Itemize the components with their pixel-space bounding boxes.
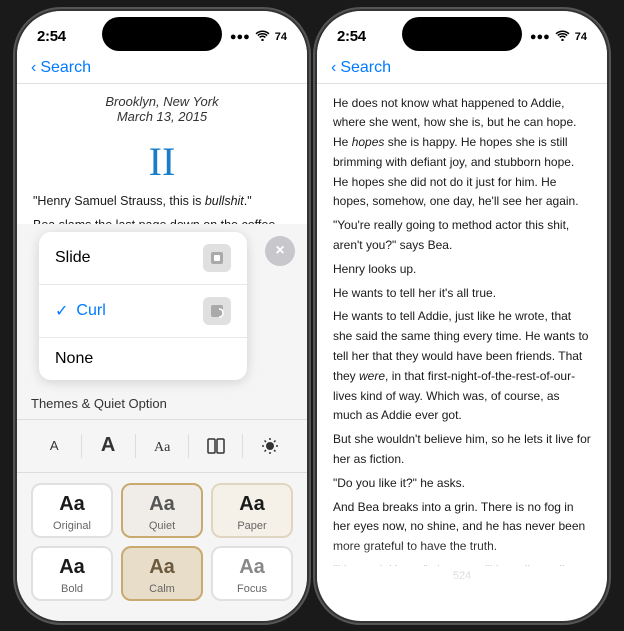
theme-bold[interactable]: Aa Bold (31, 546, 113, 601)
battery-left: 74 (275, 31, 287, 43)
theme-calm[interactable]: Aa Calm (121, 546, 203, 601)
theme-label-bold: Bold (43, 583, 101, 595)
divider-1 (81, 434, 82, 458)
bottom-panel: Slide ✓ Curl None (17, 224, 307, 621)
slide-icon (203, 244, 231, 272)
wifi-icon (255, 29, 270, 44)
theme-cards[interactable]: Aa Original Aa Quiet Aa Paper Aa Bold Aa (17, 473, 307, 621)
back-button-right[interactable]: ‹ Search (331, 59, 391, 77)
theme-label-quiet: Quiet (133, 520, 191, 532)
theme-label-focus: Focus (223, 583, 281, 595)
rp-4: He wants to tell Addie, just like he wro… (333, 307, 591, 426)
nav-bar-left[interactable]: ‹ Search (17, 55, 307, 84)
divider-3 (188, 434, 189, 458)
curl-label: Curl (76, 302, 105, 320)
rp-3: He wants to tell her it's all true. (333, 284, 591, 304)
back-label-right: Search (340, 59, 391, 77)
theme-paper[interactable]: Aa Paper (211, 483, 293, 538)
none-option[interactable]: None (39, 338, 247, 380)
chevron-left-icon-right: ‹ (331, 59, 336, 77)
rp-0: He does not know what happened to Addie,… (333, 94, 591, 213)
signal-icon-right: ●●● (530, 31, 550, 43)
theme-quiet[interactable]: Aa Quiet (121, 483, 203, 538)
rp-7: And Bea breaks into a grin. There is no … (333, 498, 591, 557)
book-location: Brooklyn, New York March 13, 2015 (33, 94, 291, 124)
check-icon: ✓ (55, 301, 68, 321)
status-icons-left: ●●● 74 (230, 29, 287, 44)
close-icon: × (275, 242, 284, 260)
theme-label-calm: Calm (133, 583, 191, 595)
theme-aa-bold: Aa (43, 556, 101, 579)
page-number: 524 (317, 566, 607, 590)
font-icon: Aa (152, 436, 172, 456)
theme-focus[interactable]: Aa Focus (211, 546, 293, 601)
back-button-left[interactable]: ‹ Search (31, 59, 91, 77)
small-font-button[interactable]: A (34, 428, 74, 464)
battery-right: 74 (575, 31, 587, 43)
none-label: None (55, 350, 93, 368)
wifi-icon-right (555, 29, 570, 44)
brightness-button[interactable] (250, 428, 290, 464)
large-font-button[interactable]: A (88, 428, 128, 464)
rp-8: "It's good, Henry," she says. "It's real… (333, 561, 591, 565)
layout-icon (206, 436, 226, 456)
themes-label: Themes & Quiet Option (31, 396, 167, 411)
slide-label: Slide (55, 249, 91, 267)
font-style-button[interactable]: Aa (142, 428, 182, 464)
theme-label-paper: Paper (223, 520, 281, 532)
theme-aa-quiet: Aa (133, 493, 191, 516)
slide-option[interactable]: Slide (39, 232, 247, 285)
back-label-left: Search (40, 59, 91, 77)
font-size-bar[interactable]: A A Aa (17, 419, 307, 473)
rp-6: "Do you like it?" he asks. (333, 474, 591, 494)
theme-aa-original: Aa (43, 493, 101, 516)
curl-option[interactable]: ✓ Curl (39, 285, 247, 338)
nav-bar-right[interactable]: ‹ Search (317, 55, 607, 84)
divider-2 (135, 434, 136, 458)
divider-4 (242, 434, 243, 458)
time-right: 2:54 (337, 28, 366, 45)
rp-1: "You're really going to method actor thi… (333, 216, 591, 256)
signal-icon: ●●● (230, 31, 250, 43)
chevron-left-icon: ‹ (31, 59, 36, 77)
brightness-icon (260, 436, 280, 456)
close-button[interactable]: × (265, 236, 295, 266)
chapter-number: II (33, 138, 291, 185)
theme-label-original: Original (43, 520, 101, 532)
dynamic-island (102, 17, 222, 51)
left-phone: 2:54 ●●● 74 ‹ Searc (17, 11, 307, 621)
book-content-right: He does not know what happened to Addie,… (317, 84, 607, 566)
theme-aa-focus: Aa (223, 556, 281, 579)
rp-5: But she wouldn't believe him, so he lets… (333, 430, 591, 470)
page-layout-button[interactable] (196, 428, 236, 464)
theme-aa-calm: Aa (133, 556, 191, 579)
theme-original[interactable]: Aa Original (31, 483, 113, 538)
dynamic-island-right (402, 17, 522, 51)
theme-aa-paper: Aa (223, 493, 281, 516)
slide-menu[interactable]: Slide ✓ Curl None (39, 232, 247, 380)
curl-icon (203, 297, 231, 325)
rp-2: Henry looks up. (333, 260, 591, 280)
themes-bar: Themes & Quiet Option (17, 388, 307, 419)
para-0: "Henry Samuel Strauss, this is bullshit.… (33, 191, 291, 211)
time-left: 2:54 (37, 28, 66, 45)
book-text-right: He does not know what happened to Addie,… (333, 94, 591, 566)
svg-text:Aa: Aa (154, 440, 171, 455)
right-phone: 2:54 ●●● 74 ‹ Searc (317, 11, 607, 621)
status-icons-right: ●●● 74 (530, 29, 587, 44)
